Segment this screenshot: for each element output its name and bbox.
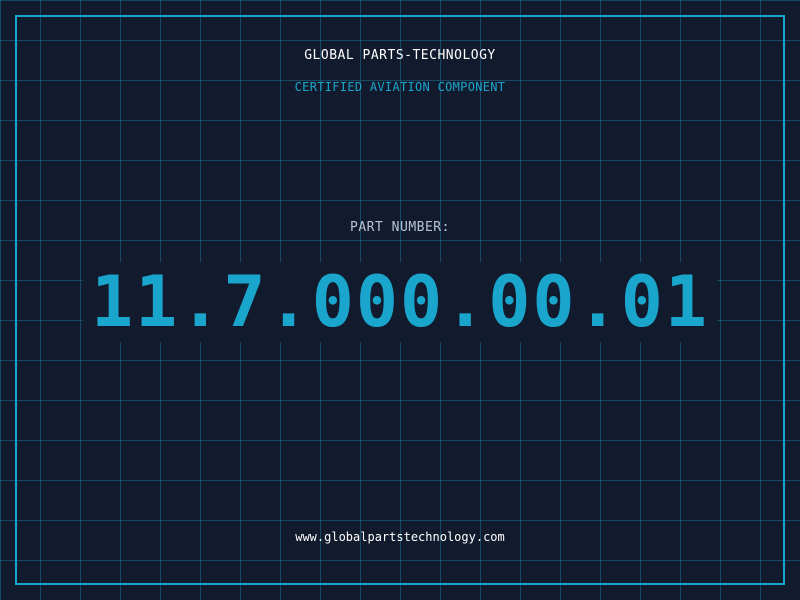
company-name: GLOBAL PARTS-TECHNOLOGY <box>304 48 496 63</box>
part-number-container: 11.7.000.00.01 <box>0 262 800 342</box>
certification-tagline: CERTIFIED AVIATION COMPONENT <box>294 80 506 94</box>
website-url: www.globalpartstechnology.com <box>295 530 505 544</box>
label-card: GLOBAL PARTS-TECHNOLOGY CERTIFIED AVIATI… <box>0 0 800 600</box>
part-number-label: PART NUMBER: <box>350 220 450 235</box>
part-number-value: 11.7.000.00.01 <box>82 262 717 342</box>
